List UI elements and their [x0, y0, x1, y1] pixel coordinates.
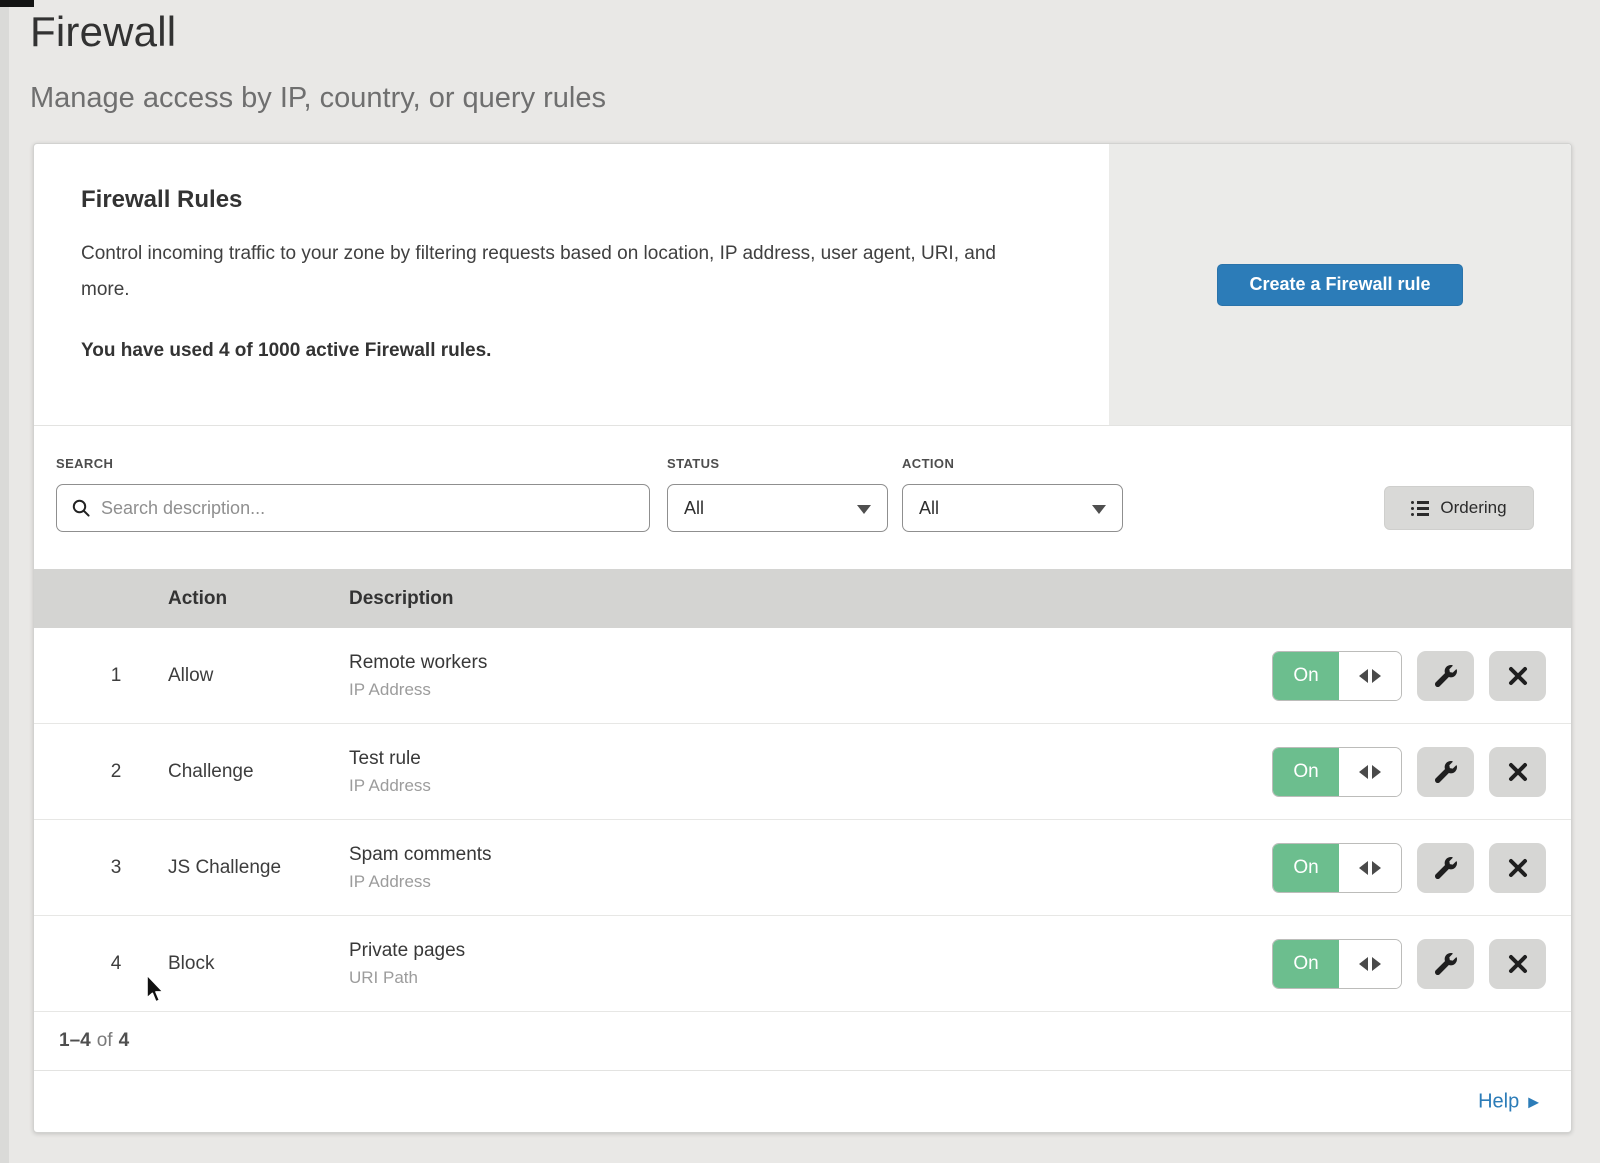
delete-rule-button[interactable]: [1489, 747, 1546, 797]
rule-action: JS Challenge: [168, 857, 281, 879]
rule-row: 3 JS Challenge Spam comments IP Address …: [34, 820, 1571, 916]
action-select-value: All: [919, 498, 939, 519]
column-header-description: Description: [349, 569, 454, 628]
ordered-list-icon: [1411, 501, 1429, 516]
pagination-of: of: [97, 1030, 113, 1052]
edit-rule-button[interactable]: [1417, 939, 1474, 989]
column-header-action: Action: [168, 569, 227, 628]
edit-rule-button[interactable]: [1417, 651, 1474, 701]
status-select[interactable]: All: [667, 484, 888, 532]
rule-row: 4 Block Private pages URI Path On: [34, 916, 1571, 1012]
pagination-total: 4: [119, 1030, 130, 1052]
intro-content: Firewall Rules Control incoming traffic …: [81, 186, 1041, 362]
rule-controls: On: [1272, 939, 1546, 989]
rule-row: 1 Allow Remote workers IP Address On: [34, 628, 1571, 724]
table-header: Action Description: [34, 569, 1571, 628]
wrench-icon: [1435, 953, 1457, 975]
rule-priority: 3: [94, 857, 138, 879]
close-icon: [1508, 666, 1528, 686]
page-header: Firewall Manage access by IP, country, o…: [30, 8, 606, 115]
rule-controls: On: [1272, 843, 1546, 893]
edit-rule-button[interactable]: [1417, 843, 1474, 893]
caret-down-icon: [1092, 505, 1106, 514]
wrench-icon: [1435, 665, 1457, 687]
close-icon: [1508, 858, 1528, 878]
usage-summary: You have used 4 of 1000 active Firewall …: [81, 340, 1041, 362]
rule-priority: 4: [94, 953, 138, 975]
delete-rule-button[interactable]: [1489, 651, 1546, 701]
page-subtitle: Manage access by IP, country, or query r…: [30, 82, 606, 115]
pagination: 1–4 of 4: [34, 1012, 1571, 1071]
rule-match-field: IP Address: [349, 872, 492, 892]
rule-description-title: Remote workers: [349, 652, 487, 674]
rule-match-field: URI Path: [349, 968, 465, 988]
help-link[interactable]: Help ▶: [1478, 1090, 1539, 1113]
status-label: STATUS: [667, 456, 719, 471]
help-link-label: Help: [1478, 1090, 1519, 1113]
rule-match-field: IP Address: [349, 776, 431, 796]
rule-priority: 1: [94, 665, 138, 687]
search-box: [56, 484, 650, 532]
edit-rule-button[interactable]: [1417, 747, 1474, 797]
toggle-on-label: On: [1273, 652, 1339, 700]
rule-controls: On: [1272, 747, 1546, 797]
delete-rule-button[interactable]: [1489, 843, 1546, 893]
rule-controls: On: [1272, 651, 1546, 701]
rule-description-title: Spam comments: [349, 844, 492, 866]
rule-enabled-toggle[interactable]: On: [1272, 651, 1402, 701]
rule-description: Private pages URI Path: [349, 940, 465, 988]
help-arrow-icon: ▶: [1528, 1095, 1539, 1109]
rule-action: Allow: [168, 665, 213, 687]
page-title: Firewall: [30, 8, 606, 56]
close-icon: [1508, 954, 1528, 974]
toggle-arrows-icon: [1339, 748, 1401, 796]
toggle-on-label: On: [1273, 940, 1339, 988]
search-icon: [71, 498, 91, 518]
close-icon: [1508, 762, 1528, 782]
rule-action: Challenge: [168, 761, 254, 783]
create-firewall-rule-button[interactable]: Create a Firewall rule: [1217, 264, 1462, 306]
rule-description: Spam comments IP Address: [349, 844, 492, 892]
rules-rows: 1 Allow Remote workers IP Address On: [34, 628, 1571, 1012]
toggle-arrows-icon: [1339, 844, 1401, 892]
wrench-icon: [1435, 857, 1457, 879]
wrench-icon: [1435, 761, 1457, 783]
rule-enabled-toggle[interactable]: On: [1272, 747, 1402, 797]
caret-down-icon: [857, 505, 871, 514]
rule-row: 2 Challenge Test rule IP Address On: [34, 724, 1571, 820]
section-heading: Firewall Rules: [81, 186, 1041, 214]
filters-bar: SEARCH STATUS All ACTION All Ordering: [34, 426, 1571, 569]
window-corner-bar: [0, 0, 34, 7]
toggle-arrows-icon: [1339, 940, 1401, 988]
toggle-on-label: On: [1273, 748, 1339, 796]
rule-action: Block: [168, 953, 214, 975]
section-description: Control incoming traffic to your zone by…: [81, 236, 1041, 308]
search-label: SEARCH: [56, 456, 113, 471]
rule-description-title: Test rule: [349, 748, 431, 770]
ordering-button-label: Ordering: [1440, 498, 1506, 518]
delete-rule-button[interactable]: [1489, 939, 1546, 989]
rule-priority: 2: [94, 761, 138, 783]
rule-description-title: Private pages: [349, 940, 465, 962]
action-select[interactable]: All: [902, 484, 1123, 532]
firewall-rules-card: Create a Firewall rule Firewall Rules Co…: [33, 143, 1572, 1133]
intro-section: Create a Firewall rule Firewall Rules Co…: [34, 144, 1571, 426]
action-label: ACTION: [902, 456, 954, 471]
toggle-arrows-icon: [1339, 652, 1401, 700]
rule-match-field: IP Address: [349, 680, 487, 700]
search-input[interactable]: [56, 484, 650, 532]
card-footer: Help ▶: [34, 1071, 1571, 1132]
intro-aside-panel: Create a Firewall rule: [1109, 144, 1571, 425]
status-select-value: All: [684, 498, 704, 519]
rule-description: Test rule IP Address: [349, 748, 431, 796]
ordering-button[interactable]: Ordering: [1384, 486, 1534, 530]
rule-enabled-toggle[interactable]: On: [1272, 939, 1402, 989]
window-left-edge: [0, 0, 9, 1163]
pagination-range: 1–4: [59, 1030, 91, 1052]
rule-enabled-toggle[interactable]: On: [1272, 843, 1402, 893]
toggle-on-label: On: [1273, 844, 1339, 892]
rule-description: Remote workers IP Address: [349, 652, 487, 700]
